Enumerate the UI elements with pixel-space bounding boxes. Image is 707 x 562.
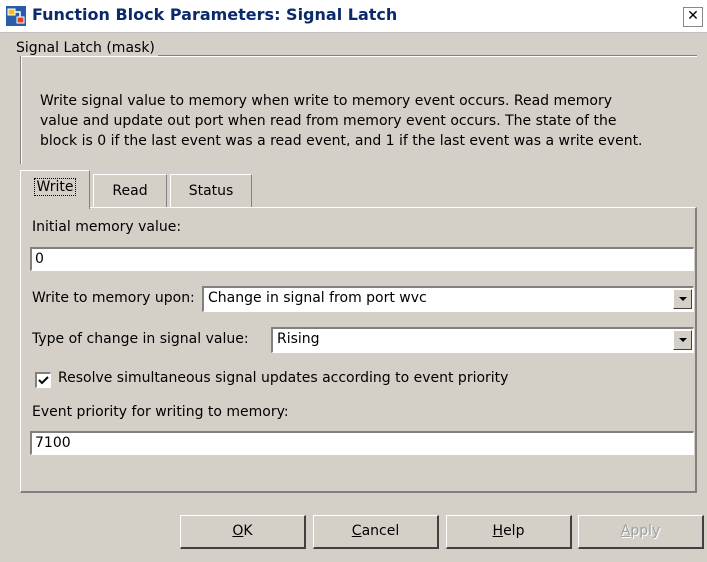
checkmark-icon: [38, 376, 49, 385]
resolve-label[interactable]: Resolve simultaneous signal updates acco…: [58, 370, 508, 386]
button-mnemonic: O: [232, 523, 244, 539]
resolve-checkbox[interactable]: [35, 372, 51, 388]
write-upon-value: Change in signal from port wvc: [208, 290, 427, 306]
title-bar: Function Block Parameters: Signal Latch …: [0, 0, 707, 33]
help-button[interactable]: Help: [446, 515, 572, 549]
button-label: elp: [503, 523, 525, 539]
tab-write[interactable]: Write: [20, 170, 90, 209]
ok-button[interactable]: OK: [180, 515, 306, 549]
tab-label: Status: [188, 183, 234, 199]
initial-memory-label: Initial memory value:: [32, 219, 182, 235]
description-line: block is 0 if the last event was a read …: [40, 133, 643, 146]
change-type-select[interactable]: Rising: [271, 327, 694, 353]
cancel-button[interactable]: Cancel: [313, 515, 439, 549]
chevron-down-icon[interactable]: [673, 330, 692, 350]
window-title: Function Block Parameters: Signal Latch: [32, 5, 398, 24]
button-mnemonic: H: [492, 523, 504, 539]
group-legend: Signal Latch (mask): [13, 40, 158, 56]
close-icon[interactable]: ✕: [683, 7, 703, 27]
chevron-down-icon[interactable]: [673, 289, 692, 309]
button-mnemonic: C: [351, 523, 362, 539]
tab-status[interactable]: Status: [170, 174, 252, 208]
apply-button[interactable]: Apply: [578, 515, 704, 549]
button-mnemonic: A: [620, 523, 631, 539]
tab-label: Read: [112, 183, 148, 199]
change-type-label: Type of change in signal value:: [32, 331, 249, 347]
button-label: K: [243, 523, 253, 539]
initial-memory-input[interactable]: 0: [30, 247, 694, 271]
priority-label: Event priority for writing to memory:: [32, 404, 289, 420]
mask-description: Write signal value to memory when write …: [40, 91, 690, 146]
button-label: pply: [630, 523, 661, 539]
button-label: ancel: [361, 523, 400, 539]
change-type-value: Rising: [277, 331, 320, 347]
write-upon-select[interactable]: Change in signal from port wvc: [202, 286, 694, 312]
description-line: value and update out port when read from…: [40, 113, 617, 129]
tab-read[interactable]: Read: [93, 174, 167, 208]
write-upon-label: Write to memory upon:: [32, 290, 195, 306]
simulink-block-icon: [6, 6, 26, 26]
tab-label: Write: [33, 178, 77, 196]
description-line: Write signal value to memory when write …: [40, 93, 613, 109]
priority-input[interactable]: 7100: [30, 431, 694, 455]
